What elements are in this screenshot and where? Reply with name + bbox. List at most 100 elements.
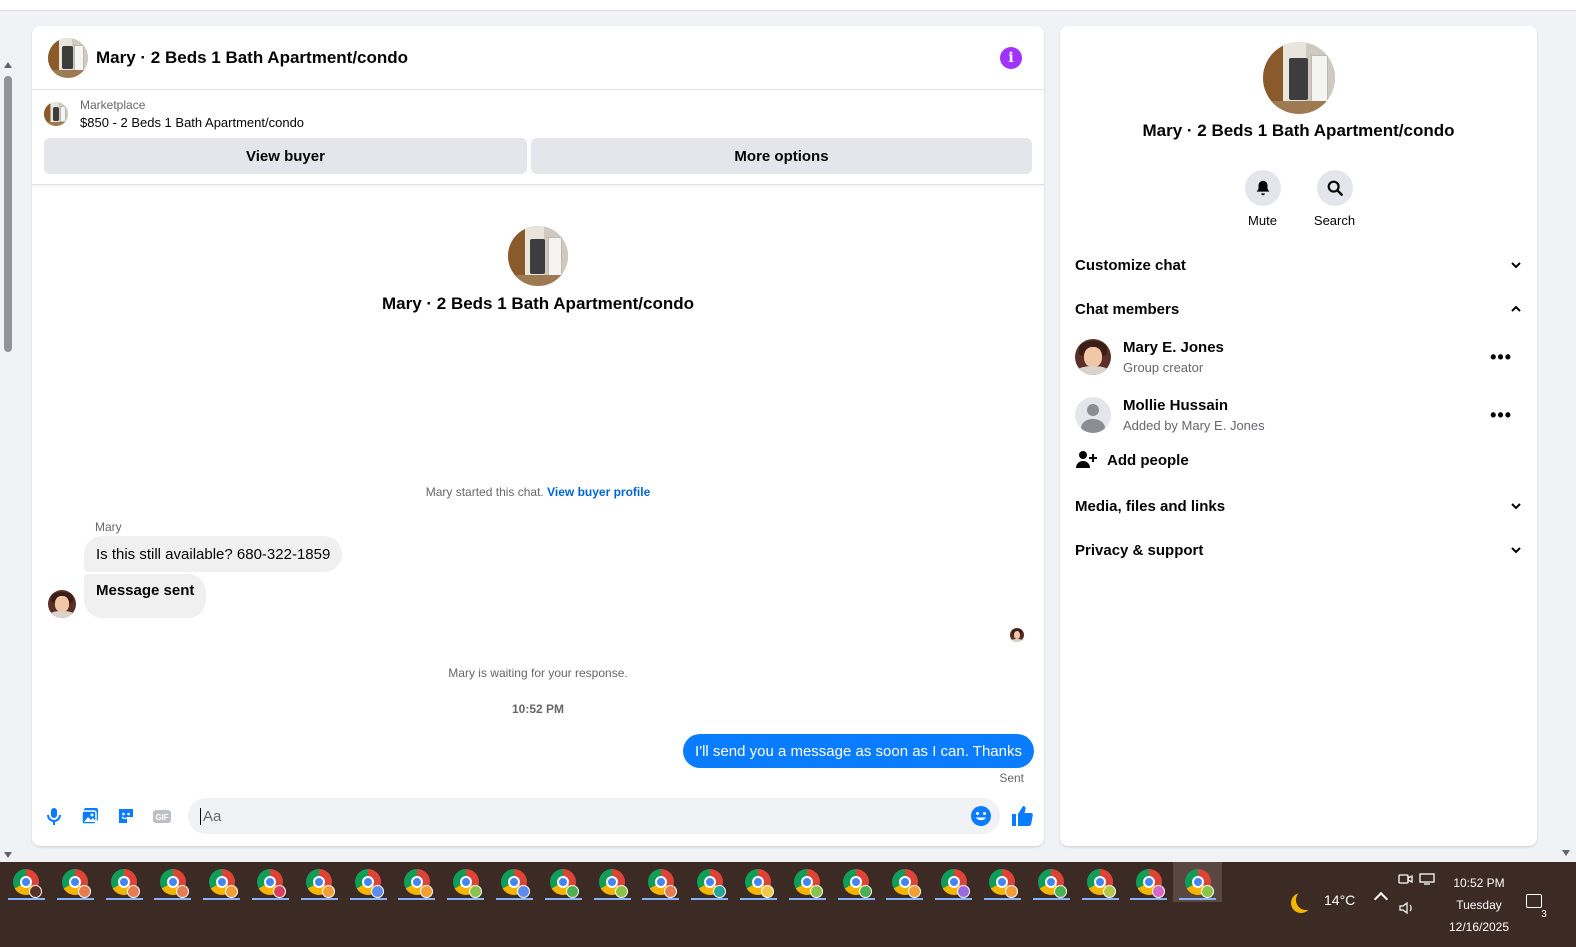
member-role: Group creator (1123, 360, 1204, 375)
message-timestamp: 10:52 PM (511, 702, 565, 716)
search-button[interactable]: Search (1314, 170, 1355, 228)
member-role: Added by Mary E. Jones (1123, 418, 1265, 433)
bell-icon (1256, 180, 1269, 196)
photo-icon[interactable] (78, 804, 102, 828)
taskbar-chrome-icon[interactable] (783, 862, 832, 902)
taskbar-chrome-icon[interactable] (539, 862, 588, 902)
mute-button[interactable]: Mute (1243, 170, 1283, 228)
sticker-icon[interactable] (114, 804, 138, 828)
intro-title: Mary · 2 Beds 1 Bath Apartment/condo (381, 294, 695, 313)
taskbar-chrome-icon[interactable] (100, 862, 149, 902)
notification-center-icon[interactable]: 3 (1524, 892, 1550, 920)
taskbar-chrome-icon[interactable] (588, 862, 637, 902)
taskbar-chrome-icon[interactable] (344, 862, 393, 902)
member-name: Mollie Hussain (1123, 397, 1229, 414)
view-buyer-button[interactable]: View buyer (44, 138, 527, 174)
member-more-icon[interactable]: ••• (1490, 405, 1512, 426)
network-icon[interactable] (1418, 872, 1436, 886)
add-people-label: Add people (1107, 451, 1189, 469)
incoming-message[interactable]: Is this still available? 680-322-1859 (84, 536, 343, 572)
notification-count: 3 (1538, 909, 1550, 920)
media-files-label: Media, files and links (1075, 497, 1226, 515)
incoming-message[interactable]: Message sent (84, 574, 207, 618)
chat-member-row[interactable]: Mollie Hussain Added by Mary E. Jones ••… (1075, 393, 1522, 437)
message-input[interactable] (200, 807, 960, 825)
meet-now-icon[interactable] (1398, 872, 1414, 886)
weather-widget[interactable]: 14°C (1290, 890, 1355, 910)
taskbar-chrome-icon[interactable] (880, 862, 929, 902)
listing-info[interactable]: Marketplace $850 - 2 Beds 1 Bath Apartme… (44, 98, 1032, 130)
waiting-notice: Mary is waiting for your response. (448, 666, 628, 680)
view-buyer-profile-link[interactable]: View buyer profile (547, 485, 650, 499)
emoji-icon[interactable] (970, 805, 992, 827)
privacy-support-label: Privacy & support (1075, 541, 1204, 559)
info-icon[interactable]: i (1000, 47, 1022, 69)
taskbar-chrome-icon[interactable] (392, 862, 441, 902)
taskbar-chrome-icon[interactable] (2, 862, 51, 902)
chat-started-text: Mary started this chat. (425, 485, 544, 499)
taskbar-chrome-icon[interactable] (685, 862, 734, 902)
taskbar-chrome-icon[interactable] (832, 862, 881, 902)
customize-chat-label: Customize chat (1075, 256, 1186, 274)
taskbar-chrome-icon[interactable] (929, 862, 978, 902)
taskbar-chrome-icon[interactable] (197, 862, 246, 902)
taskbar-chrome-icon[interactable] (441, 862, 490, 902)
chat-members-section[interactable]: Chat members (1075, 295, 1522, 323)
member-name: Mary E. Jones (1123, 339, 1224, 356)
scroll-thumb[interactable] (4, 76, 12, 352)
customize-chat-section[interactable]: Customize chat (1075, 251, 1522, 279)
chat-info-actions: Mute Search (1060, 170, 1537, 228)
svg-text:GIF: GIF (155, 813, 168, 822)
taskbar-chrome-icon[interactable] (734, 862, 783, 902)
browser-top-strip (0, 0, 1576, 11)
right-scroll-down-arrow[interactable] (1562, 850, 1570, 856)
gif-icon[interactable]: GIF (150, 804, 174, 828)
sender-name: Mary (95, 520, 122, 534)
chat-header-avatar[interactable] (48, 37, 88, 78)
taskbar-chrome-icon[interactable] (490, 862, 539, 902)
taskbar-chrome-icon[interactable] (51, 862, 100, 902)
mute-label: Mute (1248, 213, 1277, 228)
add-people-button[interactable]: Add people (1075, 449, 1189, 471)
chat-title[interactable]: Mary · 2 Beds 1 Bath Apartment/condo (96, 48, 408, 68)
taskbar-chrome-icon[interactable] (1124, 862, 1173, 902)
chevron-up-icon (1511, 305, 1521, 312)
message-input-wrapper (188, 798, 1000, 834)
system-clock[interactable]: 10:52 PM Tuesday 12/16/2025 (1440, 872, 1518, 938)
windows-taskbar: 14°C 10:52 PM Tuesday 12/16/2025 3 (0, 862, 1576, 947)
microphone-icon[interactable] (42, 804, 66, 828)
scroll-up-arrow[interactable] (4, 62, 12, 68)
tray-expand-icon[interactable] (1373, 891, 1389, 907)
taskbar-chrome-icon[interactable] (1173, 862, 1222, 902)
volume-icon[interactable] (1398, 901, 1416, 915)
more-options-button[interactable]: More options (531, 138, 1032, 174)
chevron-down-icon (1511, 503, 1521, 510)
media-files-section[interactable]: Media, files and links (1075, 492, 1522, 520)
clock-day: Tuesday (1456, 898, 1502, 912)
scroll-down-arrow[interactable] (4, 852, 12, 858)
privacy-support-section[interactable]: Privacy & support (1075, 536, 1522, 564)
thumbs-up-icon[interactable] (1010, 804, 1034, 828)
outgoing-message[interactable]: I'll send you a message as soon as I can… (683, 734, 1034, 768)
taskbar-chrome-icon[interactable] (1027, 862, 1076, 902)
message-thread: Mary · 2 Beds 1 Bath Apartment/condo Mar… (32, 188, 1044, 788)
chat-header: Mary · 2 Beds 1 Bath Apartment/condo i (32, 26, 1044, 90)
listing-price-title: $850 - 2 Beds 1 Bath Apartment/condo (80, 115, 305, 130)
intro-avatar (508, 226, 568, 286)
taskbar-chrome-icon[interactable] (148, 862, 197, 902)
taskbar-chrome-icon[interactable] (636, 862, 685, 902)
default-avatar-icon (1075, 397, 1111, 433)
taskbar-chrome-icon[interactable] (978, 862, 1027, 902)
marketplace-listing-bar: Marketplace $850 - 2 Beds 1 Bath Apartme… (32, 90, 1044, 185)
member-more-icon[interactable]: ••• (1490, 347, 1512, 368)
taskbar-chrome-icon[interactable] (295, 862, 344, 902)
sender-avatar[interactable] (48, 590, 76, 618)
taskbar-chrome-icon[interactable] (1076, 862, 1125, 902)
system-tray-icons[interactable] (1398, 872, 1436, 918)
chat-started-notice: Mary started this chat. View buyer profi… (32, 485, 1044, 499)
page-scrollbar[interactable] (0, 58, 16, 858)
seen-receipt-avatar (1010, 628, 1024, 642)
member-avatar (1075, 339, 1111, 375)
chat-member-row[interactable]: Mary E. Jones Group creator ••• (1075, 335, 1522, 379)
taskbar-chrome-icon[interactable] (246, 862, 295, 902)
